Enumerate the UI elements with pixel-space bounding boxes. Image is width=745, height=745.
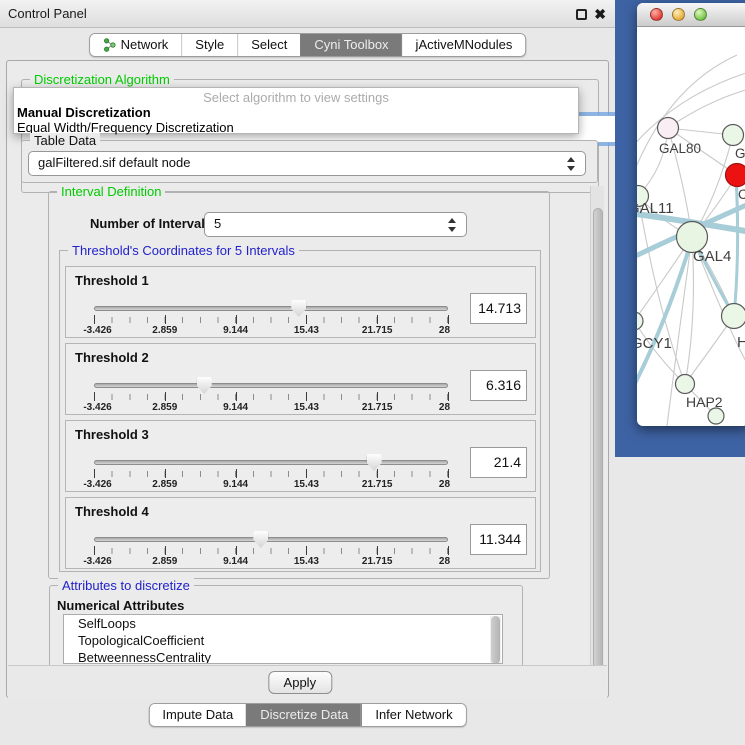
table-data-value: galFiltered.sif default node — [29, 152, 585, 174]
threshold-4-label: Threshold 4 — [75, 504, 149, 519]
threshold-2-slider[interactable]: -3.426 2.859 9.144 15.43 21.715 28 — [94, 380, 448, 414]
threshold-1-slider[interactable]: -3.426 2.859 9.144 15.43 21.715 28 — [94, 303, 448, 337]
float-window-icon[interactable] — [576, 9, 587, 20]
node-label-hap2: HAP2 — [686, 394, 723, 410]
slider-track[interactable] — [94, 460, 448, 465]
tab-network[interactable]: Network — [90, 34, 182, 56]
threshold-3-value[interactable]: 21.4 — [470, 447, 527, 478]
numerical-attributes-list: SelfLoops TopologicalCoefficient Between… — [63, 614, 503, 664]
slider-thumb[interactable] — [291, 300, 306, 317]
south-bar: Apply — [8, 665, 607, 698]
number-of-intervals-combobox[interactable]: 5 — [204, 212, 467, 237]
slider-thumb[interactable] — [253, 531, 268, 548]
threshold-1-value[interactable]: 14.713 — [470, 293, 527, 324]
threshold-2-value[interactable]: 6.316 — [470, 370, 527, 401]
slider-thumb[interactable] — [367, 454, 382, 471]
algorithm-dropdown-popup: Select algorithm to view settings Manual… — [13, 87, 579, 134]
slider-track[interactable] — [94, 306, 448, 311]
network-view-window[interactable]: GAL80 GA C GAL11 GAL4 GCY1 H HAP2 — [637, 3, 745, 426]
slider-thumb[interactable] — [197, 377, 212, 394]
control-panel-titlebar: Control Panel ✖ — [0, 0, 615, 28]
close-icon[interactable]: ✖ — [594, 9, 606, 20]
close-traffic-icon[interactable] — [650, 8, 663, 21]
threshold-2-box: Threshold 2 -3.426 2.859 9.144 15.43 21.… — [65, 343, 536, 415]
slider-track[interactable] — [94, 383, 448, 388]
cyni-toolbox-pane: Discretization Algorithm Select algorith… — [6, 60, 609, 698]
slider-ticks — [94, 317, 448, 323]
node-label-gal4: GAL4 — [693, 248, 731, 265]
tab-style[interactable]: Style — [181, 34, 237, 56]
node-label-gal80: GAL80 — [659, 141, 701, 156]
threshold-1-box: Threshold 1 -3.426 2.859 9.144 15.43 21.… — [65, 266, 536, 338]
node-label-gal11: GAL11 — [637, 200, 674, 217]
chevron-updown-icon — [567, 157, 576, 171]
list-item[interactable]: SelfLoops — [64, 615, 502, 632]
settings-vertical-scrollbar[interactable] — [590, 186, 604, 696]
screen: Control Panel ✖ Network Style Select Cyn… — [0, 0, 745, 745]
bottom-tab-bar: Impute Data Discretize Data Infer Networ… — [148, 703, 466, 727]
tab-network-label: Network — [121, 34, 169, 56]
tab-jactivemnodules[interactable]: jActiveMNodules — [402, 34, 526, 56]
desktop-background: GAL80 GA C GAL11 GAL4 GCY1 H HAP2 — [615, 0, 745, 457]
node-label-gcy1: GCY1 — [637, 335, 672, 352]
minimize-traffic-icon[interactable] — [672, 8, 685, 21]
network-canvas[interactable]: GAL80 GA C GAL11 GAL4 GCY1 H HAP2 — [637, 27, 745, 426]
number-of-intervals-label: Number of Intervals — [90, 216, 212, 231]
zoom-traffic-icon[interactable] — [694, 8, 707, 21]
attributes-group-title: Attributes to discretize — [58, 578, 194, 593]
threshold-3-label: Threshold 3 — [75, 427, 149, 442]
tab-select[interactable]: Select — [237, 34, 300, 56]
panel-title: Control Panel — [8, 6, 87, 21]
number-of-intervals-value: 5 — [205, 213, 466, 235]
attributes-scrollbar[interactable] — [490, 616, 501, 664]
slider-ticks — [94, 548, 448, 554]
node-label-partial-h: H — [737, 334, 745, 351]
right-region: GAL80 GA C GAL11 GAL4 GCY1 H HAP2 Table … — [615, 0, 745, 745]
chevron-updown-icon — [448, 218, 457, 232]
node-partial-top — [723, 125, 744, 146]
node-label-partial-c: C — [738, 187, 745, 202]
interval-definition-title: Interval Definition — [57, 184, 165, 199]
list-item[interactable]: TopologicalCoefficient — [64, 632, 502, 649]
node-bottom-partial — [708, 408, 724, 424]
threshold-3-slider[interactable]: -3.426 2.859 9.144 15.43 21.715 28 — [94, 457, 448, 491]
slider-ticks — [94, 471, 448, 477]
tab-cyni-toolbox[interactable]: Cyni Toolbox — [300, 34, 401, 56]
numerical-attributes-label: Numerical Attributes — [57, 598, 184, 613]
node-label-partial-ga: GA — [735, 146, 745, 161]
threshold-4-value[interactable]: 11.344 — [470, 524, 527, 555]
tab-infer-network[interactable]: Infer Network — [361, 704, 465, 726]
node-gcy1 — [637, 312, 643, 330]
top-tab-bar: Network Style Select Cyni Toolbox jActiv… — [89, 33, 527, 57]
threshold-4-slider[interactable]: -3.426 2.859 9.144 15.43 21.715 28 — [94, 534, 448, 568]
slider-track[interactable] — [94, 537, 448, 542]
threshold-3-box: Threshold 3 -3.426 2.859 9.144 15.43 21.… — [65, 420, 536, 492]
node-h-partial — [722, 304, 745, 329]
network-tab-icon — [103, 38, 116, 52]
algorithm-group-title: Discretization Algorithm — [30, 72, 174, 87]
node-hap2 — [676, 375, 695, 394]
tab-impute-data[interactable]: Impute Data — [149, 704, 246, 726]
apply-button[interactable]: Apply — [268, 671, 332, 694]
interval-definition-group: Interval Definition Number of Intervals … — [48, 191, 550, 579]
table-data-title: Table Data — [30, 133, 100, 148]
threshold-1-label: Threshold 1 — [75, 273, 149, 288]
threshold-4-box: Threshold 4 -3.426 2.859 9.144 15.43 21.… — [65, 497, 536, 569]
tab-discretize-data[interactable]: Discretize Data — [246, 704, 361, 726]
scrollbar-thumb[interactable] — [593, 208, 603, 678]
thresholds-group: Threshold's Coordinates for 5 Intervals … — [59, 250, 541, 572]
node-gal80 — [658, 118, 679, 139]
node-red-selected — [726, 164, 745, 187]
network-window-titlebar[interactable] — [637, 3, 745, 27]
algorithm-hint: Select algorithm to view settings — [14, 88, 578, 105]
control-panel: Control Panel ✖ Network Style Select Cyn… — [0, 0, 615, 745]
slider-ticks — [94, 394, 448, 400]
threshold-2-label: Threshold 2 — [75, 350, 149, 365]
thresholds-group-title: Threshold's Coordinates for 5 Intervals — [68, 243, 299, 258]
list-item[interactable]: BetweennessCentrality — [64, 649, 502, 664]
table-data-combobox[interactable]: galFiltered.sif default node — [28, 151, 586, 176]
dropdown-option-manual[interactable]: Manual Discretization — [14, 105, 578, 120]
